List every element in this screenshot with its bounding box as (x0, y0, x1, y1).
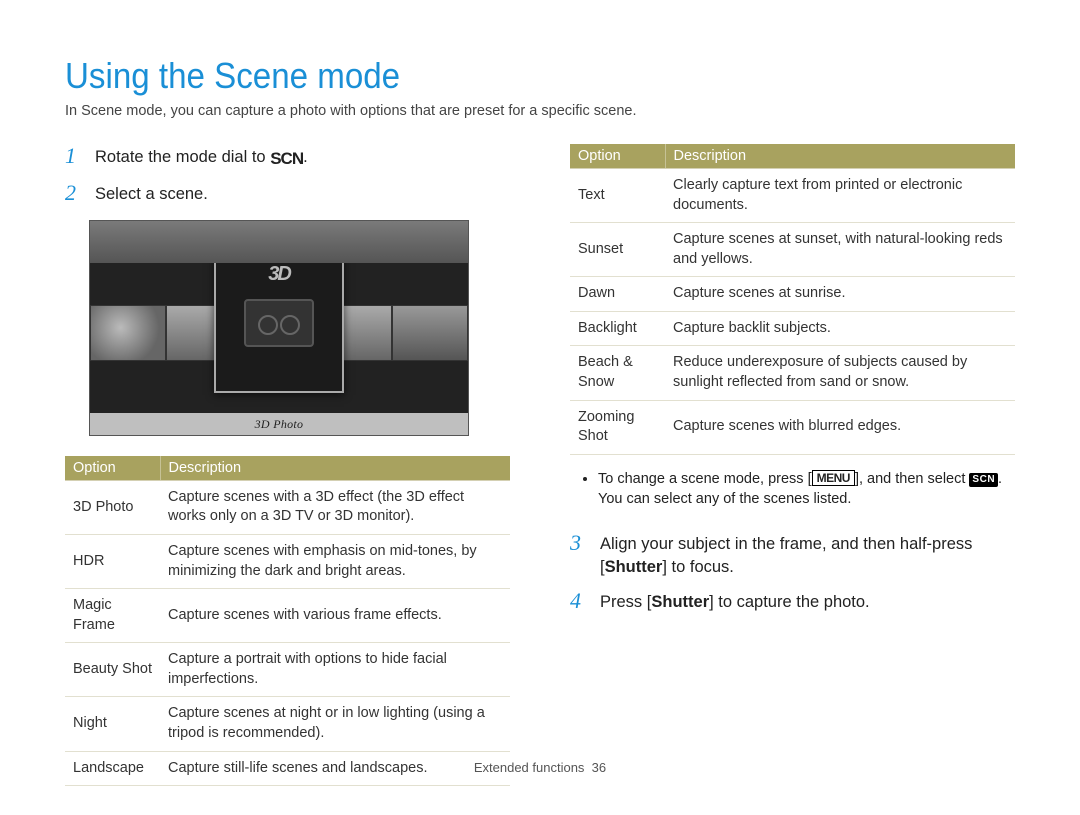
step-number: 1 (65, 144, 83, 171)
opt-name: HDR (65, 535, 160, 589)
opt-desc: Capture backlit subjects. (665, 311, 1015, 346)
th-description: Description (665, 144, 1015, 169)
step-4: 4 Press [Shutter] to capture the photo. (570, 589, 1015, 614)
scn-small-icon: SCN (969, 473, 998, 487)
opt-desc: Reduce underexposure of subjects caused … (665, 346, 1015, 400)
opt-name: Dawn (570, 277, 665, 312)
opt-desc: Capture scenes at sunset, with natural-l… (665, 223, 1015, 277)
screenshot-body: 3D (90, 263, 468, 413)
table-row: BacklightCapture backlit subjects. (570, 311, 1015, 346)
opt-desc: Capture scenes with various frame effect… (160, 589, 510, 643)
note-block: To change a scene mode, press [MENU], an… (580, 469, 1015, 510)
shutter-label: Shutter (651, 593, 709, 611)
scene-thumbnail (90, 305, 166, 361)
th-option: Option (570, 144, 665, 169)
options-table-left: Option Description 3D PhotoCapture scene… (65, 456, 510, 786)
step-number: 4 (570, 589, 588, 614)
opt-name: Sunset (570, 223, 665, 277)
step-text: Rotate the mode dial to SCN. (95, 144, 308, 171)
step-number: 3 (570, 531, 588, 579)
opt-desc: Capture scenes at sunrise. (665, 277, 1015, 312)
opt-name: Zooming Shot (570, 400, 665, 454)
step-2: 2 Select a scene. (65, 181, 510, 206)
opt-name: Night (65, 697, 160, 751)
table-row: SunsetCapture scenes at sunset, with nat… (570, 223, 1015, 277)
note-mid: ], and then select (855, 471, 969, 487)
footer-section: Extended functions (474, 760, 585, 775)
opt-desc: Clearly capture text from printed or ele… (665, 169, 1015, 223)
opt-name: Beauty Shot (65, 643, 160, 697)
opt-name: Text (570, 169, 665, 223)
table-row: Beach & SnowReduce underexposure of subj… (570, 346, 1015, 400)
opt-name: Backlight (570, 311, 665, 346)
table-row: TextClearly capture text from printed or… (570, 169, 1015, 223)
table-row: Beauty ShotCapture a portrait with optio… (65, 643, 510, 697)
screenshot-top-bar (90, 221, 468, 263)
th-option: Option (65, 456, 160, 481)
page-footer: Extended functions 36 (0, 760, 1080, 775)
step4-pre: Press [ (600, 593, 651, 611)
step4-post: ] to capture the photo. (709, 593, 870, 611)
options-table-right: Option Description TextClearly capture t… (570, 144, 1015, 455)
shutter-label: Shutter (605, 558, 663, 576)
opt-desc: Capture scenes at night or in low lighti… (160, 697, 510, 751)
opt-name: Beach & Snow (570, 346, 665, 400)
step3-post: ] to focus. (662, 558, 734, 576)
opt-desc: Capture scenes with emphasis on mid-tone… (160, 535, 510, 589)
table-row: HDRCapture scenes with emphasis on mid-t… (65, 535, 510, 589)
step-text: Align your subject in the frame, and the… (600, 531, 1015, 579)
step-1: 1 Rotate the mode dial to SCN. (65, 144, 510, 171)
step-number: 2 (65, 181, 83, 206)
opt-desc: Capture scenes with blurred edges. (665, 400, 1015, 454)
opt-desc: Capture a portrait with options to hide … (160, 643, 510, 697)
note-pre: To change a scene mode, press [ (598, 471, 812, 487)
scene-selector-screenshot: 3D 3D Photo (89, 220, 469, 436)
menu-button-icon: MENU (812, 470, 855, 486)
page-title: Using the Scene mode (65, 55, 939, 97)
step-3: 3 Align your subject in the frame, and t… (570, 531, 1015, 579)
opt-desc: Capture scenes with a 3D effect (the 3D … (160, 480, 510, 534)
table-row: Zooming ShotCapture scenes with blurred … (570, 400, 1015, 454)
scn-mode-icon: SCN (270, 147, 303, 171)
scene-thumbnail (392, 305, 468, 361)
page-intro: In Scene mode, you can capture a photo w… (65, 103, 1015, 119)
table-row: DawnCapture scenes at sunrise. (570, 277, 1015, 312)
page-number: 36 (592, 760, 606, 775)
3d-icon: 3D (254, 263, 304, 287)
table-row: NightCapture scenes at night or in low l… (65, 697, 510, 751)
camera-icon (244, 299, 314, 347)
left-column: 1 Rotate the mode dial to SCN. 2 Select … (65, 144, 510, 786)
opt-name: 3D Photo (65, 480, 160, 534)
note-item: To change a scene mode, press [MENU], an… (598, 469, 1015, 510)
step-text: Press [Shutter] to capture the photo. (600, 589, 870, 614)
step1-pre: Rotate the mode dial to (95, 148, 270, 166)
table-row: 3D PhotoCapture scenes with a 3D effect … (65, 480, 510, 534)
right-column: Option Description TextClearly capture t… (570, 144, 1015, 786)
opt-name: Magic Frame (65, 589, 160, 643)
step-text: Select a scene. (95, 181, 208, 206)
step1-post: . (303, 148, 308, 166)
selected-scene-label: 3D Photo (90, 413, 468, 435)
selected-scene-card: 3D (214, 263, 344, 393)
table-row: Magic FrameCapture scenes with various f… (65, 589, 510, 643)
th-description: Description (160, 456, 510, 481)
